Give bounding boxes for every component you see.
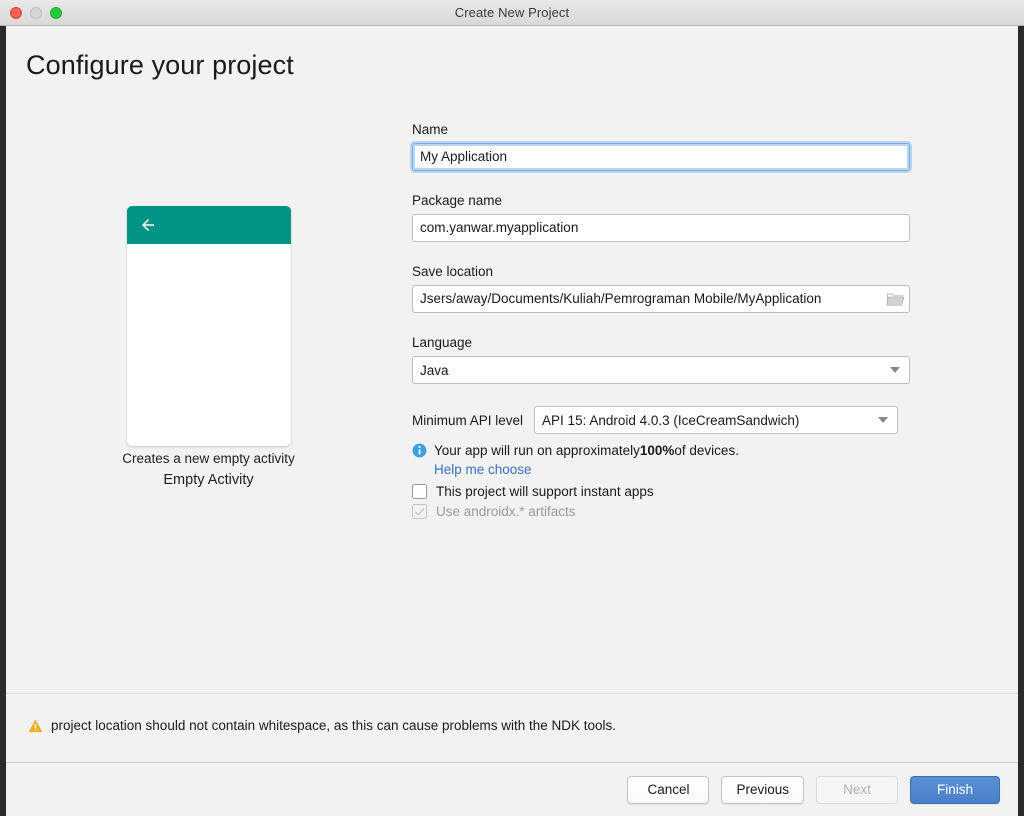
warning-triangle-icon (28, 719, 43, 733)
template-description: Creates a new empty activity (6, 451, 411, 466)
package-name-input[interactable]: com.yanwar.myapplication (412, 214, 910, 242)
window-titlebar: Create New Project (0, 0, 1024, 26)
instant-apps-checkbox[interactable] (412, 484, 427, 499)
min-api-level-label: Minimum API level (412, 413, 523, 428)
template-name-label: Empty Activity (6, 472, 411, 488)
close-window-button[interactable] (10, 7, 22, 19)
min-api-level-group: Minimum API level API 15: Android 4.0.3 … (412, 406, 912, 434)
arrow-left-icon (139, 216, 157, 234)
device-coverage-prefix: Your app will run on approximately (434, 443, 640, 458)
zoom-window-button[interactable] (50, 7, 62, 19)
content-divider (6, 693, 1018, 694)
finish-button[interactable]: Finish (910, 776, 1000, 804)
help-me-choose-link[interactable]: Help me choose (434, 462, 532, 477)
androidx-row: Use androidx.* artifacts (412, 504, 912, 519)
screen: Create New Project Configure your projec… (0, 0, 1024, 816)
page-title: Configure your project (26, 50, 294, 81)
window-controls (10, 7, 62, 19)
save-location-field-group: Save location Jsers/away/Documents/Kulia… (412, 264, 912, 313)
previous-button[interactable]: Previous (721, 776, 804, 804)
preview-appbar (127, 206, 291, 244)
template-preview-pane: Empty Activity (6, 206, 411, 488)
device-coverage-percent: 100% (640, 443, 675, 458)
next-button: Next (816, 776, 898, 804)
chevron-down-icon (890, 367, 900, 373)
name-field-group: Name My Application (412, 122, 912, 171)
template-preview-card[interactable] (127, 206, 291, 446)
instant-apps-row[interactable]: This project will support instant apps (412, 484, 912, 499)
project-config-form: Name My Application Package name com.yan… (412, 122, 912, 524)
chevron-down-icon (878, 417, 888, 423)
instant-apps-label: This project will support instant apps (436, 484, 654, 499)
min-api-level-selected-value: API 15: Android 4.0.3 (IceCreamSandwich) (542, 413, 799, 428)
androidx-checkbox (412, 504, 427, 519)
language-field-group: Language Java (412, 335, 912, 384)
min-api-level-select[interactable]: API 15: Android 4.0.3 (IceCreamSandwich) (534, 406, 898, 434)
save-location-label: Save location (412, 264, 912, 279)
package-name-label: Package name (412, 193, 912, 208)
minimize-window-button[interactable] (30, 7, 42, 19)
device-coverage-note: Your app will run on approximately 100% … (412, 443, 912, 458)
validation-warning: project location should not contain whit… (28, 718, 616, 733)
create-new-project-dialog: Configure your project Empty Activity Cr… (6, 26, 1018, 816)
info-icon (412, 443, 427, 458)
cancel-button[interactable]: Cancel (627, 776, 709, 804)
folder-icon[interactable] (886, 290, 905, 308)
window-title: Create New Project (0, 5, 1024, 20)
name-label: Name (412, 122, 912, 137)
language-selected-value: Java (420, 363, 449, 378)
dialog-footer: Cancel Previous Next Finish (6, 763, 1018, 816)
device-coverage-suffix: of devices. (674, 443, 739, 458)
validation-warning-text: project location should not contain whit… (51, 718, 616, 733)
androidx-label: Use androidx.* artifacts (436, 504, 576, 519)
language-label: Language (412, 335, 912, 350)
save-location-input[interactable]: Jsers/away/Documents/Kuliah/Pemrograman … (412, 285, 910, 313)
name-input[interactable]: My Application (412, 143, 910, 171)
package-name-field-group: Package name com.yanwar.myapplication (412, 193, 912, 242)
language-select[interactable]: Java (412, 356, 910, 384)
